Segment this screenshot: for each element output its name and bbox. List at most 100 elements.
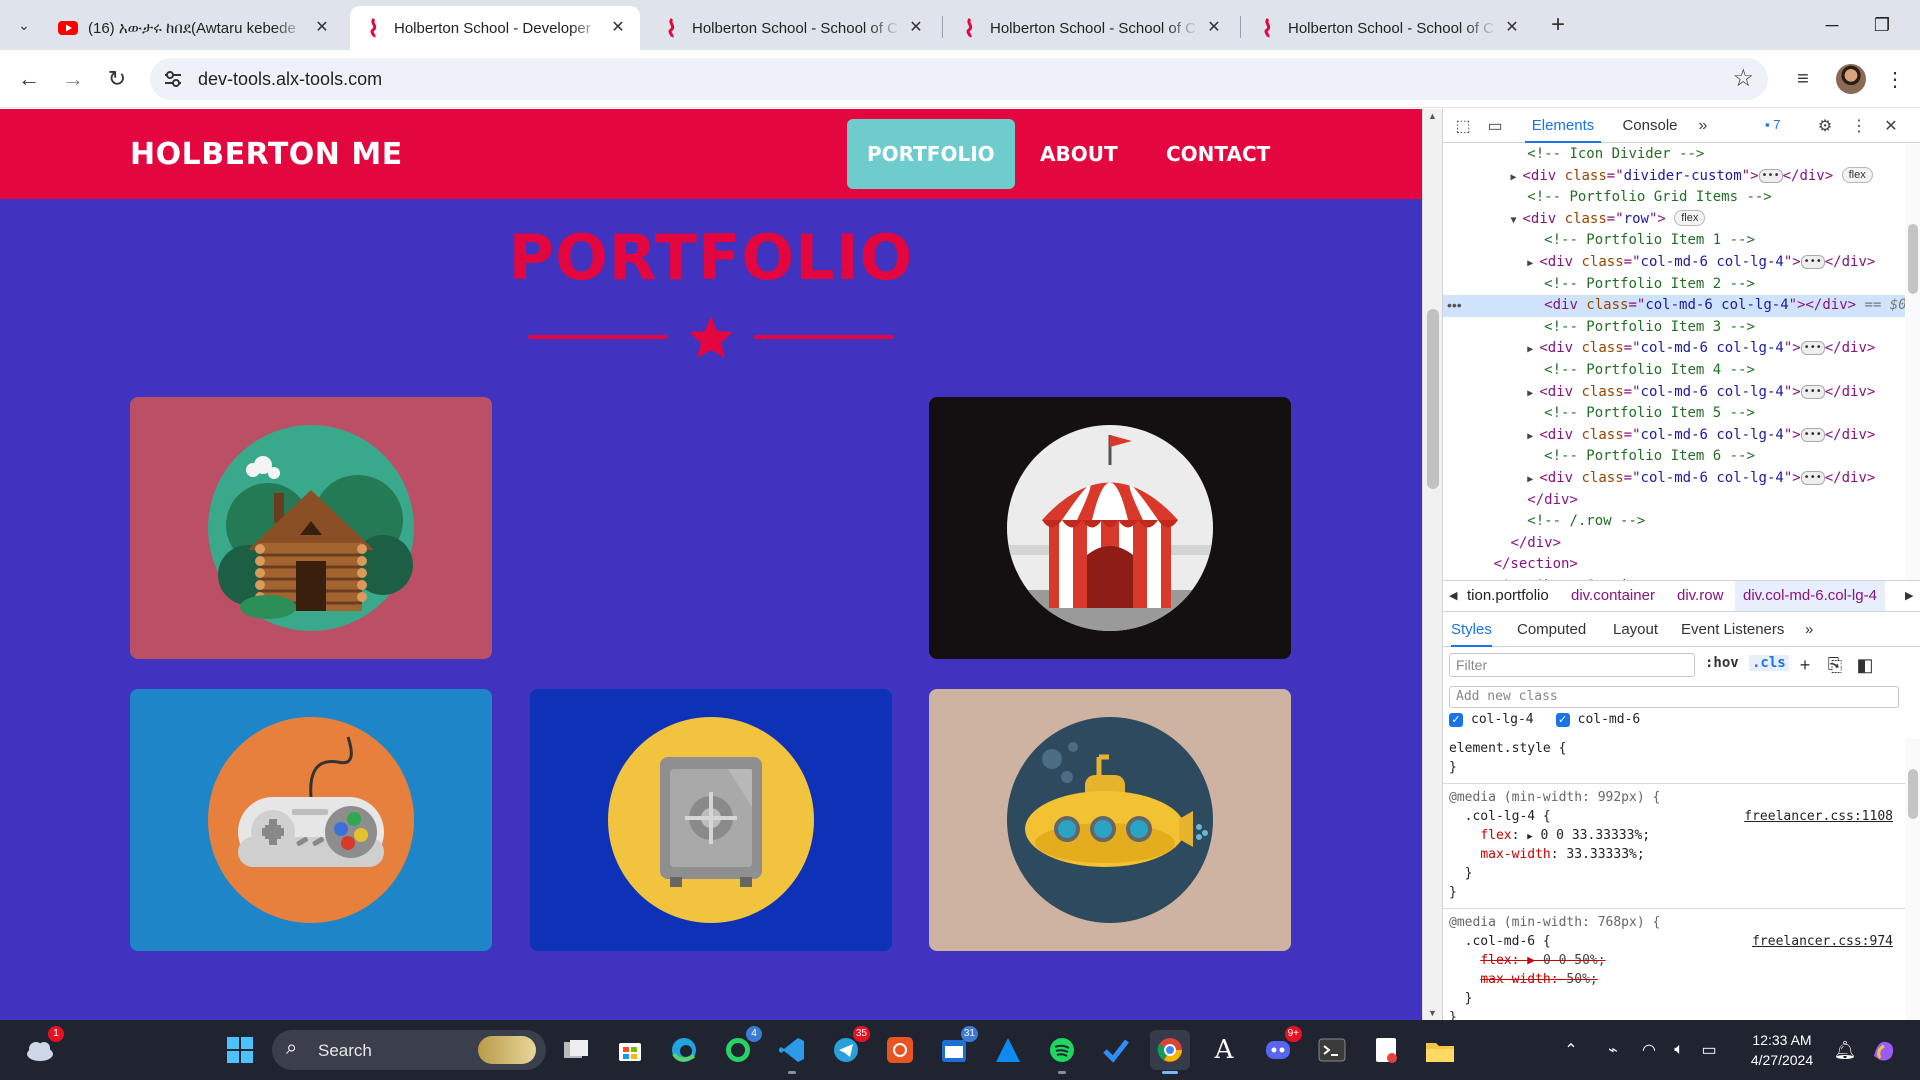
css-property[interactable]: max-width <box>1480 847 1550 862</box>
breadcrumb-item[interactable]: div.container <box>1571 581 1655 611</box>
azure-icon[interactable] <box>988 1030 1028 1070</box>
battery-icon[interactable]: ▭ <box>1694 1030 1724 1070</box>
devtools-menu-icon[interactable]: ⋮ <box>1847 114 1871 138</box>
browser-tab-youtube[interactable]: (16) አውታሩ ከበደ(Awtaru kebede ✕ <box>44 6 344 50</box>
collapsed-content-icon[interactable]: ••• <box>1800 384 1825 399</box>
checkbox-col-lg-4[interactable]: ✓ <box>1449 712 1463 727</box>
close-icon[interactable]: ✕ <box>608 18 628 38</box>
dom-node-line[interactable]: <!-- Portfolio Item 4 --> <box>1443 360 1905 382</box>
dom-node-line[interactable]: <!-- /.row --> <box>1443 511 1905 533</box>
snipping-tool-icon[interactable] <box>1366 1030 1406 1070</box>
telegram-icon[interactable]: 35 <box>826 1026 870 1070</box>
nav-link-portfolio[interactable]: PORTFOLIO <box>847 119 1015 189</box>
add-class-input[interactable]: Add new class <box>1449 686 1899 708</box>
vscode-icon[interactable] <box>772 1030 812 1074</box>
forward-button[interactable]: → <box>56 62 90 96</box>
notification-bell-icon[interactable]: 🔔︎ <box>1830 1030 1860 1070</box>
dom-node-line[interactable]: ▶ <div class="col-md-6 col-lg-4"> ••• </di… <box>1443 382 1905 404</box>
dom-node-line[interactable]: </div> <box>1443 490 1905 512</box>
dom-node-line[interactable]: <!-- Icon Divider --> <box>1443 144 1905 166</box>
chrome-icon[interactable] <box>1150 1030 1190 1074</box>
scrollbar-thumb[interactable] <box>1427 309 1439 489</box>
cls-toggle[interactable]: .cls <box>1749 655 1789 671</box>
css-value[interactable]: 0 0 33.33333%; <box>1541 828 1651 843</box>
back-button[interactable]: ← <box>12 62 46 96</box>
expand-right-icon[interactable]: ▶ <box>1527 344 1539 355</box>
profile-avatar[interactable] <box>1836 64 1866 94</box>
dom-node-line[interactable]: ••• <div class="col-md-6 col-lg-4"></div… <box>1443 295 1905 317</box>
css-property[interactable]: flex <box>1480 828 1511 843</box>
portfolio-item-cabin[interactable] <box>130 397 492 659</box>
scroll-up-arrow-icon[interactable]: ▲ <box>1428 111 1437 121</box>
css-property-overridden[interactable]: flex <box>1480 953 1511 968</box>
close-icon[interactable]: ✕ <box>906 18 926 38</box>
start-button[interactable] <box>220 1030 260 1070</box>
toggle-sidebar-icon[interactable]: ◧ <box>1853 653 1877 677</box>
dom-tree[interactable]: <!-- Icon Divider --> ▶ <div class="divi… <box>1443 144 1905 580</box>
new-tab-button[interactable]: + <box>1544 12 1572 40</box>
close-icon[interactable]: ✕ <box>1502 18 1522 38</box>
close-icon[interactable]: ✕ <box>1204 18 1224 38</box>
css-value[interactable]: 50%; <box>1566 972 1597 987</box>
breadcrumb-item[interactable]: tion.portfolio <box>1467 581 1549 611</box>
expand-right-icon[interactable]: ▶ <box>1527 431 1539 442</box>
expand-right-icon[interactable]: ▶ <box>1527 474 1539 485</box>
rule-selector[interactable]: .col-lg-4 { <box>1465 809 1551 824</box>
subtab-computed[interactable]: Computed <box>1517 613 1586 647</box>
nav-link-about[interactable]: ABOUT <box>1020 119 1138 189</box>
todo-check-icon[interactable] <box>1096 1030 1136 1070</box>
issues-badge[interactable]: ▪ 7 <box>1765 117 1780 132</box>
dom-node-line[interactable]: ▶ <div class="divider-custom"> ••• </div> … <box>1443 166 1905 188</box>
browser-tab[interactable]: Holberton School - School of C ✕ <box>648 6 938 50</box>
microsoft-store-icon[interactable] <box>610 1030 650 1070</box>
whatsapp-icon[interactable]: 4 <box>718 1026 762 1070</box>
dom-node-line[interactable]: ▶ <div class="col-md-6 col-lg-4"> ••• </di… <box>1443 252 1905 274</box>
browser-tab[interactable]: Holberton School - School of C ✕ <box>1244 6 1534 50</box>
portfolio-item-submarine[interactable] <box>929 689 1291 951</box>
tab-search-button[interactable]: ⌄ <box>8 10 40 40</box>
browser-tab-active[interactable]: Holberton School - Developer ✕ <box>350 6 640 50</box>
portfolio-item-safe[interactable] <box>530 689 892 951</box>
calendar-icon[interactable]: 31 <box>934 1026 978 1070</box>
wifi-icon[interactable]: ◠ <box>1634 1030 1664 1070</box>
discord-icon[interactable]: 9+ <box>1258 1026 1302 1070</box>
dom-node-line[interactable]: ▶ <div class="col-md-6 col-lg-4"> ••• </di… <box>1443 468 1905 490</box>
dom-node-line[interactable]: <!-- Portfolio Item 6 --> <box>1443 446 1905 468</box>
checkbox-col-md-6[interactable]: ✓ <box>1555 712 1570 727</box>
breadcrumb-item[interactable]: div.row <box>1677 581 1723 611</box>
inspect-element-icon[interactable]: ⬚ <box>1451 114 1475 138</box>
dom-node-line[interactable]: <!-- Portfolio Item 5 --> <box>1443 403 1905 425</box>
expand-right-icon[interactable]: ▶ <box>1527 258 1539 269</box>
styles-scrollbar[interactable] <box>1905 739 1920 1020</box>
tab-elements[interactable]: Elements <box>1525 109 1601 143</box>
scrollbar-thumb[interactable] <box>1908 224 1918 294</box>
collapsed-content-icon[interactable]: ••• <box>1800 470 1825 485</box>
collapsed-content-icon[interactable]: ••• <box>1800 254 1825 269</box>
expand-down-icon[interactable]: ▼ <box>1510 215 1522 226</box>
taskbar-search[interactable]: ⌕ Search <box>272 1030 546 1070</box>
copilot-icon[interactable] <box>1866 1030 1902 1070</box>
more-subtabs-icon[interactable]: » <box>1805 613 1813 647</box>
browser-tab[interactable]: Holberton School - School of C ✕ <box>946 6 1236 50</box>
expand-right-icon[interactable]: ▶ <box>1510 172 1522 183</box>
ubuntu-icon[interactable] <box>880 1030 920 1070</box>
dom-node-line[interactable]: </section> <box>1443 554 1905 576</box>
dom-node-line[interactable]: ▶ <div class="col-md-6 col-lg-4"> ••• </di… <box>1443 338 1905 360</box>
scrollbar-thumb[interactable] <box>1908 769 1918 819</box>
dom-scrollbar[interactable] <box>1905 144 1920 580</box>
terminal-icon[interactable] <box>1312 1030 1352 1070</box>
font-app-icon[interactable]: A <box>1204 1030 1244 1070</box>
menu-kebab-icon[interactable]: ⋮ <box>1880 64 1910 94</box>
close-devtools-icon[interactable]: ✕ <box>1879 114 1903 138</box>
minimize-button[interactable]: ─ <box>1812 10 1852 40</box>
rule-selector[interactable]: element.style { <box>1449 741 1566 756</box>
breadcrumb-left-arrow-icon[interactable]: ◀ <box>1449 581 1457 611</box>
dom-node-line[interactable]: <!-- Portfolio Item 3 --> <box>1443 317 1905 339</box>
site-brand[interactable]: HOLBERTON ME <box>130 137 403 172</box>
portfolio-item-game[interactable] <box>130 689 492 951</box>
subtab-layout[interactable]: Layout <box>1613 613 1658 647</box>
breadcrumb-right-arrow-icon[interactable]: ▶ <box>1905 581 1913 611</box>
node-actions-icon[interactable]: ••• <box>1447 295 1462 317</box>
settings-gear-icon[interactable]: ⚙ <box>1813 114 1837 138</box>
styles-filter-input[interactable]: Filter <box>1449 653 1695 677</box>
